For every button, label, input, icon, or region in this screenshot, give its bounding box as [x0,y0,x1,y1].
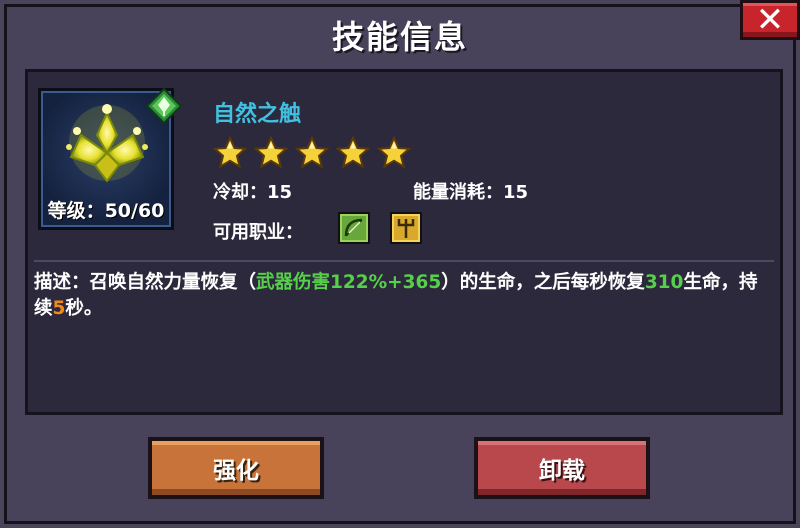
cooldown-stat: 冷却：15 [213,182,293,203]
star-icon [295,136,329,169]
skill-info-dialog: 技能信息 等级：50/60 自然之触 冷却：15 能量消耗：15 可用职业： 描… [4,4,796,524]
star-rating [213,136,411,170]
skill-description: 描述：召唤自然力量恢复（武器伤害122%+365）的生命，之后每秒恢复310生命… [34,270,769,322]
skill-content-panel: 等级：50/60 自然之触 冷却：15 能量消耗：15 可用职业： 描述：召唤自… [25,69,783,415]
dialog-title: 技能信息 [331,18,468,56]
close-icon: ✕ [755,0,785,40]
bow-icon [344,218,363,237]
energy-cost-stat: 能量消耗：15 [413,182,529,203]
nature-leaf-icon [146,88,182,124]
desc-duration: 5 [52,298,66,319]
trident-icon [397,219,415,238]
desc-formula: 武器伤害122%+365 [256,272,442,293]
upgrade-button[interactable]: 强化 [148,437,324,499]
class-priest[interactable] [390,212,422,244]
star-icon [377,136,411,169]
desc-prefix: 描述：召唤自然力量恢复（ [34,272,257,293]
desc-suffix: 秒。 [65,298,103,319]
skill-name: 自然之触 [213,102,302,127]
available-classes-label: 可用职业： [213,222,303,243]
star-icon [213,136,247,169]
close-button[interactable]: ✕ [740,0,800,40]
section-divider [34,260,774,262]
star-icon [254,136,288,169]
skill-level: 等级：50/60 [47,200,165,222]
star-icon [336,136,370,169]
desc-middle: ）的生命，之后每秒恢复 [441,272,645,293]
desc-heal-value: 310 [644,272,684,293]
class-ranger[interactable] [338,212,370,244]
unequip-button[interactable]: 卸载 [474,437,650,499]
